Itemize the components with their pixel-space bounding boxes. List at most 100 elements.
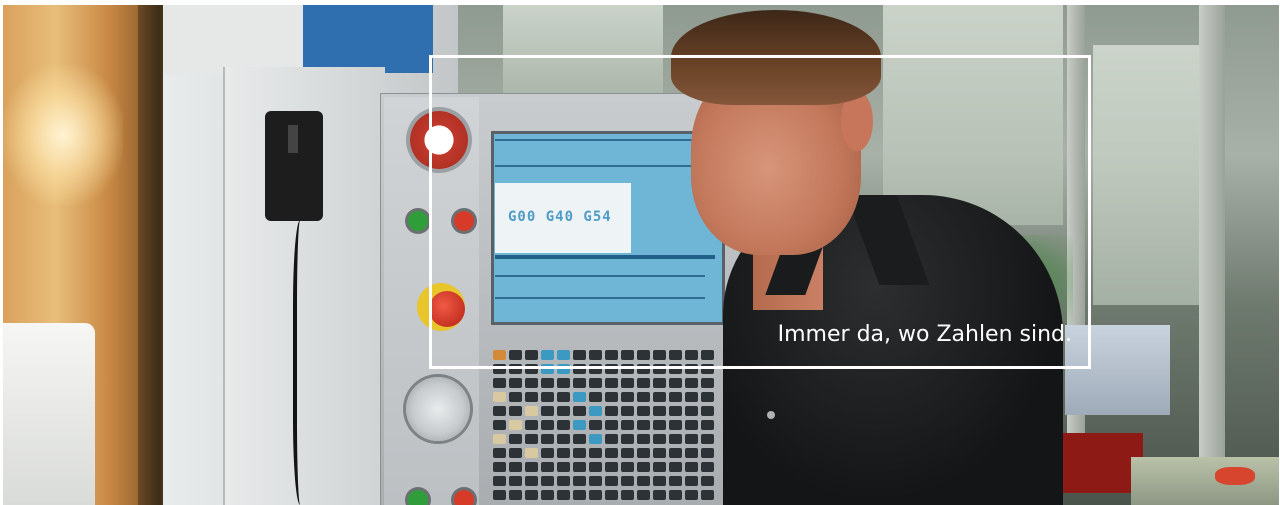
keypad-key <box>509 434 522 444</box>
keypad-key <box>589 434 602 444</box>
headline-text: Immer da, wo Zahlen sind. <box>777 322 1072 347</box>
keypad-key <box>493 378 506 388</box>
keypad-key <box>669 490 682 500</box>
keypad-key <box>621 434 634 444</box>
keypad-key <box>637 420 650 430</box>
keypad <box>493 350 733 505</box>
keypad-key <box>701 378 714 388</box>
keypad-key <box>653 448 666 458</box>
keypad-key <box>701 490 714 500</box>
handwheel-knob <box>406 377 470 441</box>
keypad-key <box>637 476 650 486</box>
keypad-key <box>605 490 618 500</box>
keypad-key <box>605 476 618 486</box>
keypad-key <box>669 434 682 444</box>
keypad-key <box>509 378 522 388</box>
keypad-key <box>701 462 714 472</box>
keypad-key <box>701 448 714 458</box>
keypad-key <box>685 378 698 388</box>
keypad-key <box>541 490 554 500</box>
keypad-key <box>621 448 634 458</box>
keypad-key <box>621 378 634 388</box>
keypad-key <box>637 406 650 416</box>
keypad-key <box>653 462 666 472</box>
keypad-key <box>525 462 538 472</box>
keypad-key <box>669 476 682 486</box>
keypad-key <box>525 392 538 402</box>
keypad-key <box>589 476 602 486</box>
keypad-key <box>701 476 714 486</box>
keypad-key <box>509 490 522 500</box>
keypad-key <box>573 448 586 458</box>
keypad-key <box>605 448 618 458</box>
keypad-key <box>685 420 698 430</box>
keypad-key <box>605 434 618 444</box>
keypad-key <box>493 420 506 430</box>
keypad-key <box>525 420 538 430</box>
keypad-key <box>525 406 538 416</box>
keypad-key <box>541 476 554 486</box>
keypad-key <box>573 420 586 430</box>
background-window <box>1093 45 1213 305</box>
machine-top <box>163 5 313 75</box>
keypad-key <box>621 490 634 500</box>
keypad-key <box>509 448 522 458</box>
keypad-key <box>605 420 618 430</box>
keypad-key <box>669 378 682 388</box>
keypad-key <box>557 434 570 444</box>
keypad-key <box>573 406 586 416</box>
keypad-key <box>701 420 714 430</box>
keypad-key <box>653 392 666 402</box>
keypad-key <box>701 434 714 444</box>
keypad-key <box>557 392 570 402</box>
keypad-key <box>573 392 586 402</box>
keypad-key <box>653 420 666 430</box>
keypad-key <box>525 490 538 500</box>
keypad-key <box>509 420 522 430</box>
keypad-key <box>525 476 538 486</box>
keypad-key <box>573 434 586 444</box>
keypad-key <box>685 448 698 458</box>
keypad-key <box>493 406 506 416</box>
keypad-key <box>653 406 666 416</box>
keypad-key <box>525 434 538 444</box>
keypad-key <box>653 476 666 486</box>
keypad-key <box>589 490 602 500</box>
keypad-key <box>605 462 618 472</box>
keypad-key <box>685 434 698 444</box>
shirt-button <box>767 411 775 419</box>
keypad-key <box>653 434 666 444</box>
keypad-key <box>557 476 570 486</box>
keypad-key <box>573 462 586 472</box>
red-tool <box>1215 467 1255 485</box>
keypad-key <box>541 378 554 388</box>
keypad-key <box>573 476 586 486</box>
keypad-key <box>493 476 506 486</box>
keypad-key <box>541 448 554 458</box>
keypad-key <box>637 462 650 472</box>
keypad-key <box>493 448 506 458</box>
keypad-key <box>573 378 586 388</box>
keypad-key <box>557 462 570 472</box>
keypad-key <box>621 420 634 430</box>
power-on-button <box>408 211 428 231</box>
keypad-key <box>589 462 602 472</box>
keypad-key <box>653 378 666 388</box>
keypad-key <box>541 406 554 416</box>
keypad-key <box>509 476 522 486</box>
keypad-key <box>621 462 634 472</box>
coiled-cable <box>293 220 317 505</box>
keypad-key <box>637 378 650 388</box>
keypad-key <box>493 392 506 402</box>
keypad-key <box>685 476 698 486</box>
keypad-key <box>589 420 602 430</box>
keypad-key <box>493 462 506 472</box>
keypad-key <box>669 406 682 416</box>
keypad-key <box>669 448 682 458</box>
keypad-key <box>541 392 554 402</box>
keypad-key <box>701 392 714 402</box>
workbench <box>1131 457 1279 505</box>
keypad-key <box>637 392 650 402</box>
machine-blue-top <box>303 5 433 73</box>
keypad-key <box>637 434 650 444</box>
